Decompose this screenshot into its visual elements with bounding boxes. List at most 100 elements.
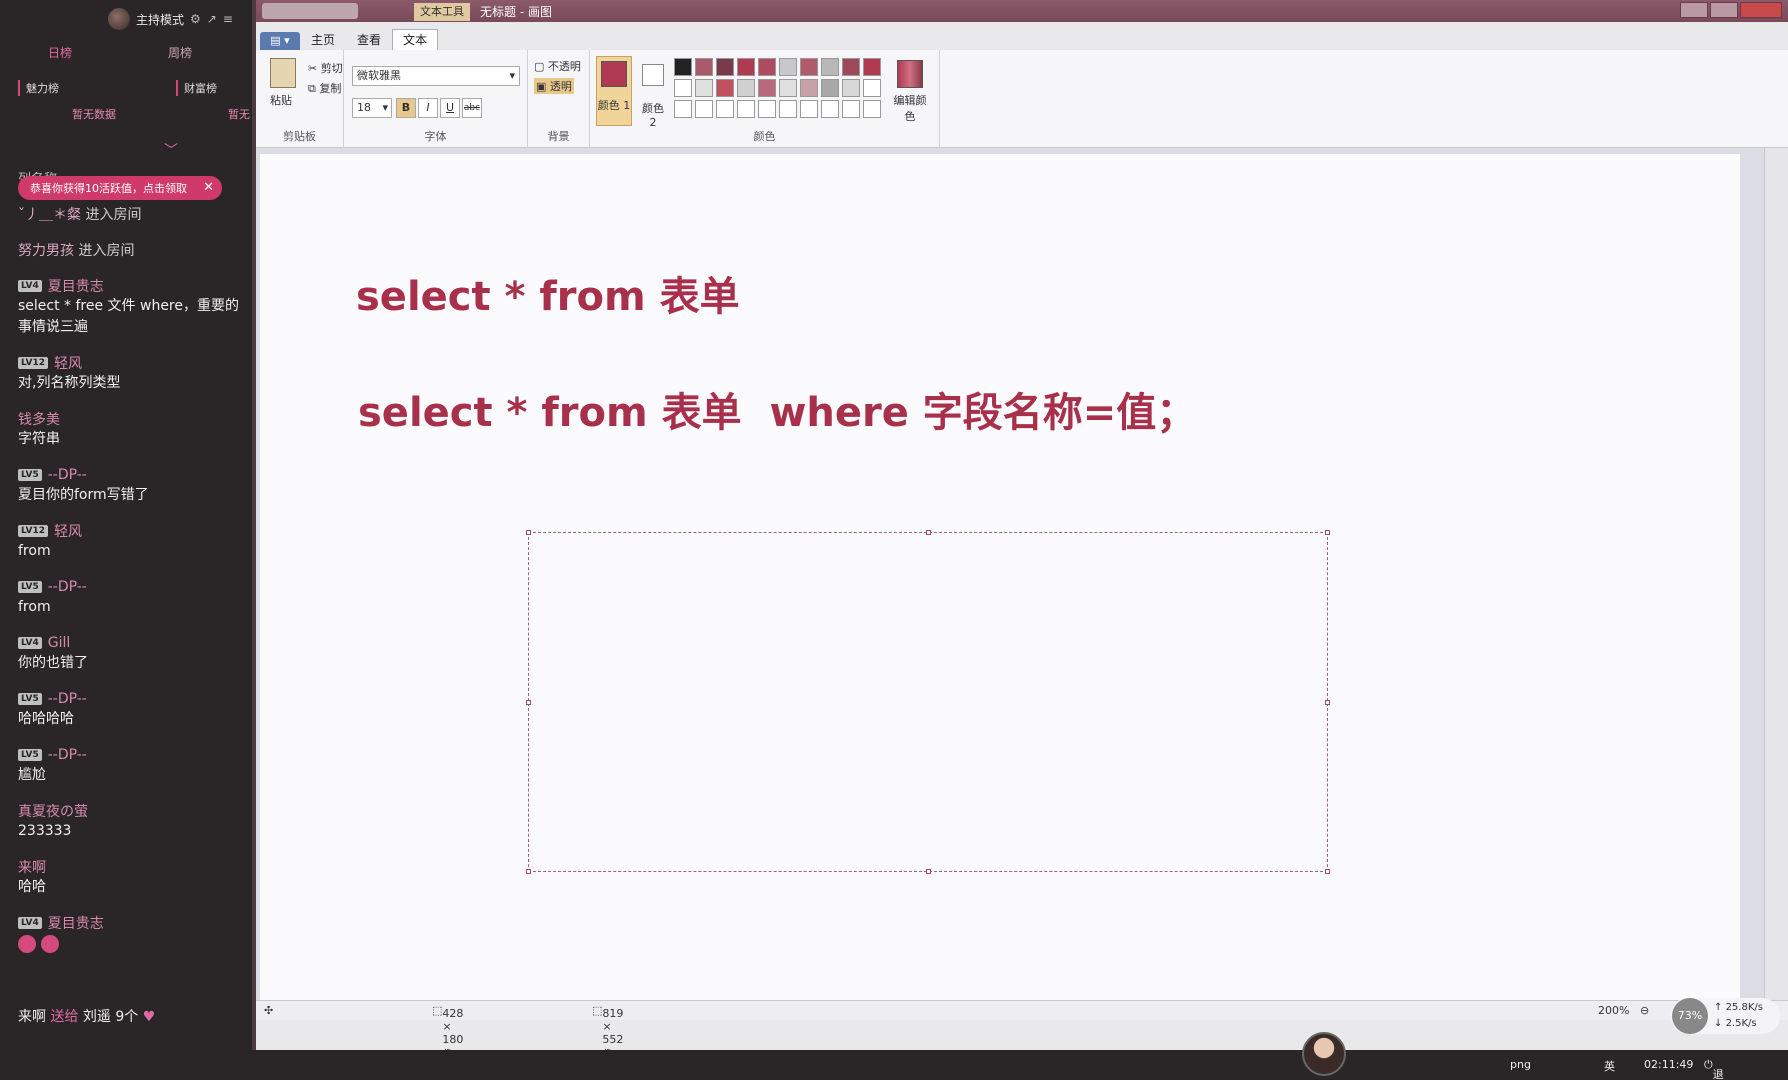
streamer-avatar[interactable]	[1302, 1032, 1346, 1076]
chevron-down-icon[interactable]: ﹀	[164, 140, 178, 160]
strikethrough-button[interactable]: abc	[462, 98, 482, 118]
tab-view[interactable]: 查看	[346, 30, 392, 50]
palette-color-swatch[interactable]	[821, 58, 839, 76]
palette-color-swatch[interactable]	[842, 79, 860, 97]
username[interactable]: 钱多美	[18, 409, 60, 429]
network-speed-widget[interactable]: 73% ↑ 25.8K/s ↓ 2.5K/s	[1670, 998, 1780, 1034]
username[interactable]: --DP--	[48, 579, 87, 595]
italic-button[interactable]: I	[418, 98, 438, 118]
opaque-button[interactable]: ▢ 不透明	[534, 58, 581, 74]
resize-handle[interactable]	[1325, 869, 1330, 874]
palette-color-swatch[interactable]	[821, 79, 839, 97]
resize-handle[interactable]	[526, 700, 531, 705]
palette-color-swatch[interactable]	[674, 100, 692, 118]
palette-color-swatch[interactable]	[800, 79, 818, 97]
file-menu-button[interactable]: ▤ ▾	[260, 32, 300, 50]
tab-text[interactable]: 文本	[392, 29, 438, 50]
username[interactable]: --DP--	[48, 691, 87, 707]
host-mode-label[interactable]: 主持模式	[136, 11, 184, 28]
font-family-select[interactable]: 微软雅黑 ▾	[352, 66, 520, 86]
palette-color-swatch[interactable]	[695, 58, 713, 76]
palette-color-swatch[interactable]	[779, 58, 797, 76]
text-selection-box[interactable]	[526, 530, 1330, 874]
palette-color-swatch[interactable]	[695, 100, 713, 118]
clipboard-icon[interactable]	[270, 58, 296, 88]
resize-handle[interactable]	[926, 869, 931, 874]
palette-color-swatch[interactable]	[863, 58, 881, 76]
palette-color-swatch[interactable]	[716, 79, 734, 97]
drawing-canvas[interactable]: select * from 表单 select * from 表单 where …	[260, 154, 1740, 1004]
context-tab-text-tools[interactable]: 文本工具	[414, 3, 470, 21]
resize-handle[interactable]	[526, 869, 531, 874]
palette-color-swatch[interactable]	[800, 58, 818, 76]
palette-color-swatch[interactable]	[737, 79, 755, 97]
window-title: 无标题 - 画图	[480, 5, 552, 19]
image-size: ⬚ 819 × 552像素	[592, 1004, 624, 1077]
tab-week[interactable]: 周榜	[120, 44, 240, 61]
ime-indicator[interactable]: 英	[1604, 1058, 1615, 1074]
close-button[interactable]	[1740, 2, 1782, 18]
color1-button[interactable]: 颜色 1	[596, 56, 632, 126]
message-header: LV5 --DP--	[18, 745, 252, 765]
palette-color-swatch[interactable]	[758, 79, 776, 97]
tab-day[interactable]: 日榜	[0, 44, 120, 61]
charm-rank[interactable]: 魅力榜	[18, 80, 59, 96]
palette-color-swatch[interactable]	[758, 58, 776, 76]
username[interactable]: 夏目贵志	[48, 276, 104, 296]
zoom-out-icon[interactable]: ⊖	[1640, 1004, 1649, 1017]
palette-color-swatch[interactable]	[737, 100, 755, 118]
palette-color-swatch[interactable]	[779, 100, 797, 118]
tab-home[interactable]: 主页	[300, 30, 346, 50]
exit-share-button[interactable]: ⏻ 退出分享	[1704, 1058, 1724, 1080]
vertical-scrollbar[interactable]	[1764, 148, 1788, 1020]
username[interactable]: 轻风	[54, 353, 82, 373]
username[interactable]: Gill	[48, 635, 71, 651]
palette-color-swatch[interactable]	[842, 58, 860, 76]
reward-toast[interactable]: 恭喜你获得10活跃值，点击领取 ✕	[18, 176, 222, 200]
external-link-icon[interactable]: ↗	[207, 12, 217, 26]
color2-button[interactable]: 颜色 2	[638, 60, 668, 129]
wealth-rank[interactable]: 财富榜	[176, 80, 217, 96]
font-size-select[interactable]: 18 ▾	[352, 98, 392, 118]
paste-button[interactable]: 粘贴	[270, 92, 292, 108]
settings-icon[interactable]: ⚙	[190, 12, 201, 26]
resize-handle[interactable]	[1325, 530, 1330, 535]
level-badge: LV4	[18, 917, 42, 929]
palette-color-swatch[interactable]	[779, 79, 797, 97]
bold-button[interactable]: B	[396, 98, 416, 118]
copy-button[interactable]: ⧉ 复制	[308, 80, 341, 96]
username[interactable]: --DP--	[48, 747, 87, 763]
palette-color-swatch[interactable]	[863, 100, 881, 118]
palette-color-swatch[interactable]	[821, 100, 839, 118]
minimize-button[interactable]	[1680, 2, 1708, 18]
menu-icon[interactable]: ≡	[223, 12, 233, 26]
underline-button[interactable]: U	[440, 98, 460, 118]
palette-color-swatch[interactable]	[674, 58, 692, 76]
username[interactable]: 真夏夜の萤	[18, 801, 88, 821]
resize-handle[interactable]	[1325, 700, 1330, 705]
username[interactable]: 夏目贵志	[48, 913, 104, 933]
palette-color-swatch[interactable]	[842, 100, 860, 118]
palette-color-swatch[interactable]	[716, 100, 734, 118]
edit-colors-button[interactable]: 编辑颜色	[890, 60, 930, 124]
maximize-button[interactable]	[1710, 2, 1738, 18]
palette-color-swatch[interactable]	[758, 100, 776, 118]
username[interactable]: --DP--	[48, 467, 87, 483]
resize-handle[interactable]	[926, 530, 931, 535]
palette-color-swatch[interactable]	[674, 79, 692, 97]
resize-handle[interactable]	[526, 530, 531, 535]
chat-message: 来啊 哈哈	[18, 857, 252, 898]
transparent-button[interactable]: ▣ 透明	[534, 78, 574, 94]
palette-color-swatch[interactable]	[695, 79, 713, 97]
username[interactable]: 来啊	[18, 857, 46, 877]
palette-color-swatch[interactable]	[716, 58, 734, 76]
palette-color-swatch[interactable]	[863, 79, 881, 97]
username[interactable]: 轻风	[54, 521, 82, 541]
palette-color-swatch[interactable]	[800, 100, 818, 118]
cut-button[interactable]: ✂ 剪切	[308, 60, 343, 76]
palette-color-swatch[interactable]	[737, 58, 755, 76]
close-icon[interactable]: ✕	[203, 180, 214, 195]
quick-access-toolbar[interactable]	[262, 3, 358, 19]
rank-empty-right: 暂无	[228, 108, 250, 121]
host-avatar[interactable]	[108, 8, 130, 30]
